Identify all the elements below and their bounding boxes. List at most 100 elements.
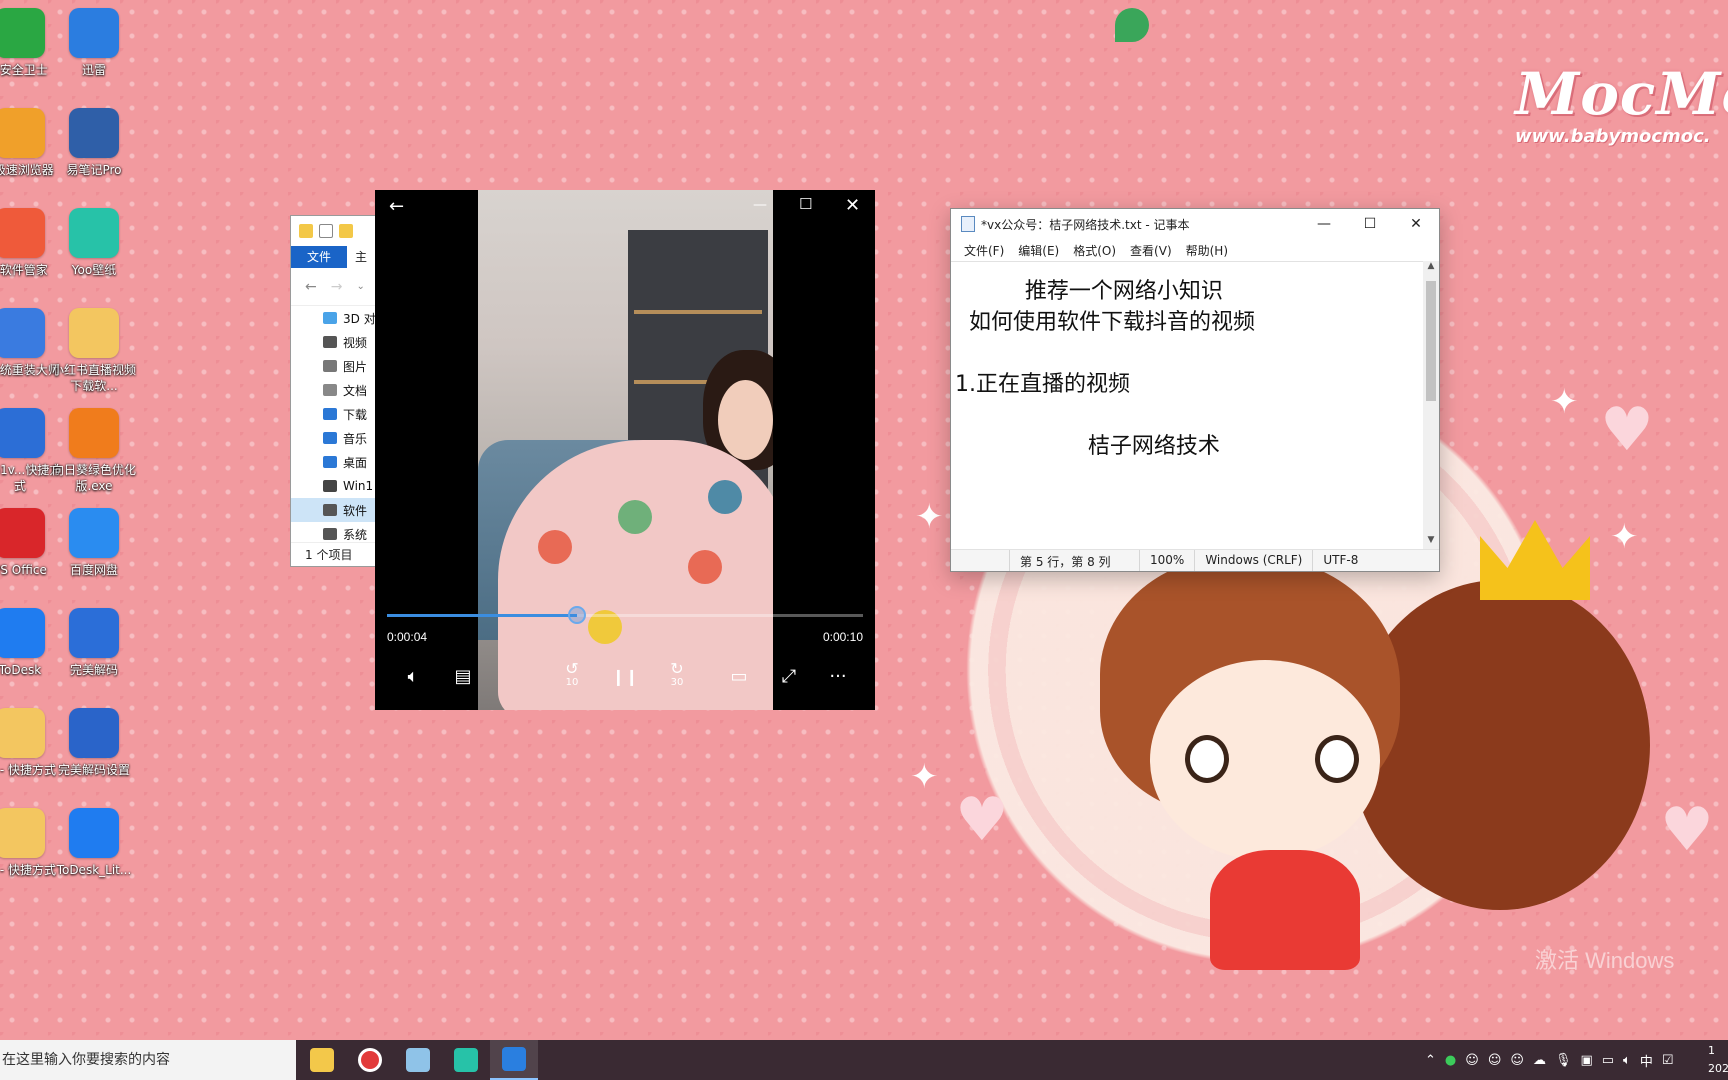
notepad-titlebar[interactable]: *vx公众号：桔子网络技术.txt - 记事本 — ☐ ✕ bbox=[951, 209, 1439, 239]
file-explorer-window[interactable]: 文件 主 ← → ⌄ 3D 对视频 图片 文档 下载 音乐 桌面 Win1 软件 系统 1 个项… bbox=[290, 215, 380, 567]
desktop-icon[interactable]: 向日葵绿色优化版.exe bbox=[48, 408, 140, 494]
taskbar-clock[interactable]: 1 202 bbox=[1708, 1042, 1728, 1078]
properties-icon[interactable] bbox=[319, 224, 333, 238]
folder-icon bbox=[323, 336, 337, 348]
folder-icon[interactable] bbox=[299, 224, 313, 238]
video-person-face bbox=[718, 380, 773, 460]
text-line bbox=[955, 400, 1419, 431]
maximize-icon[interactable]: ☐ bbox=[799, 197, 812, 212]
media-player-window[interactable]: ← — ☐ ✕ 0:00:04 0:00:10 🔈︎ ▤ ↺ 10 ❙❙ ↻ 3… bbox=[375, 190, 875, 710]
notepad-window[interactable]: *vx公众号：桔子网络技术.txt - 记事本 — ☐ ✕ 文件(F) 编辑(E)… bbox=[950, 208, 1440, 572]
blanket-flower bbox=[538, 530, 572, 564]
tree-item[interactable]: 音乐 bbox=[291, 426, 379, 450]
tab-home[interactable]: 主 bbox=[347, 246, 367, 268]
desktop-icon[interactable]: 百度网盘 bbox=[48, 508, 140, 578]
taskbar-app-media-player[interactable] bbox=[490, 1040, 538, 1080]
minimize-icon[interactable]: — bbox=[753, 198, 767, 212]
menu-item[interactable]: 格式(O) bbox=[1066, 239, 1123, 261]
network-icon[interactable]: ▭ bbox=[1602, 1053, 1614, 1068]
navigation-bar: ← → ⌄ bbox=[291, 268, 379, 306]
text-line: 推荐一个网络小知识 bbox=[955, 279, 1223, 304]
screenshot-icon[interactable]: ▣ bbox=[1580, 1053, 1592, 1068]
volume-icon[interactable]: 🔈︎ bbox=[393, 660, 433, 692]
back-arrow-icon[interactable]: ← bbox=[389, 198, 404, 216]
more-options-icon[interactable]: ··· bbox=[818, 660, 858, 692]
scroll-up-icon[interactable]: ▲ bbox=[1423, 261, 1439, 275]
sparkle-icon: ✦ bbox=[915, 497, 944, 537]
folder-icon[interactable] bbox=[339, 224, 353, 238]
checkbox-icon[interactable]: ☑ bbox=[1662, 1053, 1674, 1068]
bird-icon bbox=[69, 8, 119, 58]
skip-back-button[interactable]: ↺ 10 bbox=[552, 660, 592, 692]
menu-item[interactable]: 帮助(H) bbox=[1179, 239, 1235, 261]
desktop-icon[interactable]: 完美解码设置 bbox=[48, 708, 140, 778]
fullscreen-icon[interactable]: ⤢ bbox=[769, 660, 809, 692]
taskbar-app-recorder[interactable] bbox=[346, 1040, 394, 1080]
note-icon bbox=[69, 108, 119, 158]
ime-indicator[interactable]: 中 bbox=[1640, 1051, 1653, 1070]
minimize-icon[interactable]: — bbox=[1301, 209, 1347, 239]
desktop-icon[interactable]: 小红书直播视频下载软... bbox=[48, 308, 140, 394]
notepad-icon bbox=[406, 1048, 430, 1072]
desktop-icon[interactable]: 迅雷 bbox=[48, 8, 140, 78]
qq-icon[interactable]: ☺ bbox=[1510, 1053, 1524, 1068]
folder-icon bbox=[0, 808, 45, 858]
tree-item-label: 图片 bbox=[343, 359, 368, 374]
tree-item-label: 3D 对 bbox=[343, 311, 376, 326]
seek-bar[interactable] bbox=[387, 606, 863, 624]
chevron-down-icon[interactable]: ⌄ bbox=[356, 281, 364, 292]
forward-arrow-icon[interactable]: → bbox=[331, 279, 343, 295]
menu-item[interactable]: 查看(V) bbox=[1123, 239, 1179, 261]
mini-view-icon[interactable]: ▭ bbox=[719, 660, 759, 692]
microphone-icon[interactable]: 🎙︎ bbox=[1555, 1053, 1572, 1068]
tree-item[interactable]: 软件 bbox=[291, 498, 379, 522]
wallpaper-brand: MocMoc bbox=[1515, 60, 1728, 128]
wps-icon bbox=[0, 508, 45, 558]
desktop-icon[interactable]: 易笔记Pro bbox=[48, 108, 140, 178]
qq-icon[interactable]: ☺ bbox=[1488, 1053, 1502, 1068]
video-frame[interactable] bbox=[478, 190, 773, 710]
taskbar-app-yoo[interactable] bbox=[442, 1040, 490, 1080]
blanket-flower bbox=[618, 500, 652, 534]
encoding: UTF-8 bbox=[1312, 550, 1368, 571]
taskbar-app-notepad[interactable] bbox=[394, 1040, 442, 1080]
cursor-position: 第 5 行，第 8 列 bbox=[1009, 550, 1139, 571]
chevron-up-icon[interactable]: ⌃ bbox=[1425, 1053, 1436, 1068]
text-line: 1.正在直播的视频 bbox=[955, 372, 1130, 397]
desktop-icon-label: 迅雷 bbox=[81, 63, 106, 77]
scroll-down-icon[interactable]: ▼ bbox=[1423, 535, 1439, 549]
tree-item[interactable]: 下载 bbox=[291, 402, 379, 426]
maximize-icon[interactable]: ☐ bbox=[1347, 209, 1393, 239]
taskbar-search-box[interactable]: 在这里输入你要搜索的内容 bbox=[0, 1040, 296, 1080]
pause-icon[interactable]: ❙❙ bbox=[605, 660, 645, 692]
qq-icon[interactable]: ☺ bbox=[1465, 1053, 1479, 1068]
tree-item[interactable]: Win1 bbox=[291, 474, 379, 498]
subtitles-icon[interactable]: ▤ bbox=[443, 660, 483, 692]
recorder-icon bbox=[358, 1048, 382, 1072]
onedrive-icon[interactable]: ☁ bbox=[1533, 1053, 1546, 1068]
sparkle-icon: ✦ bbox=[910, 757, 939, 797]
tree-item[interactable]: 视频 bbox=[291, 330, 379, 354]
scrollbar-thumb[interactable] bbox=[1426, 281, 1436, 401]
desktop-icon[interactable]: Yoo壁纸 bbox=[48, 208, 140, 278]
wallpaper-boy-eye bbox=[1315, 735, 1359, 783]
close-icon[interactable]: ✕ bbox=[845, 197, 860, 215]
back-arrow-icon[interactable]: ← bbox=[305, 279, 317, 295]
desktop-icon[interactable]: ToDesk_Lit... bbox=[48, 808, 140, 878]
tree-item[interactable]: 文档 bbox=[291, 378, 379, 402]
tab-file[interactable]: 文件 bbox=[291, 246, 347, 268]
desktop-icon[interactable]: 完美解码 bbox=[48, 608, 140, 678]
vertical-scrollbar[interactable]: ▲ ▼ bbox=[1423, 261, 1439, 549]
taskbar-app-file-explorer[interactable] bbox=[298, 1040, 346, 1080]
tree-item[interactable]: 3D 对 bbox=[291, 306, 379, 330]
notepad-text-area[interactable]: 推荐一个网络小知识 如何使用软件下载抖音的视频 1.正在直播的视频 桔子网络技术 bbox=[951, 261, 1423, 549]
wechat-icon[interactable]: ● bbox=[1445, 1053, 1456, 1068]
notepad-menubar: 文件(F) 编辑(E) 格式(O) 查看(V) 帮助(H) bbox=[951, 239, 1439, 261]
menu-item[interactable]: 编辑(E) bbox=[1011, 239, 1066, 261]
volume-icon[interactable]: 🔈︎ bbox=[1623, 1053, 1631, 1068]
close-icon[interactable]: ✕ bbox=[1393, 209, 1439, 239]
tree-item[interactable]: 图片 bbox=[291, 354, 379, 378]
tree-item[interactable]: 桌面 bbox=[291, 450, 379, 474]
menu-item[interactable]: 文件(F) bbox=[957, 239, 1011, 261]
skip-forward-button[interactable]: ↻ 30 bbox=[657, 660, 697, 692]
